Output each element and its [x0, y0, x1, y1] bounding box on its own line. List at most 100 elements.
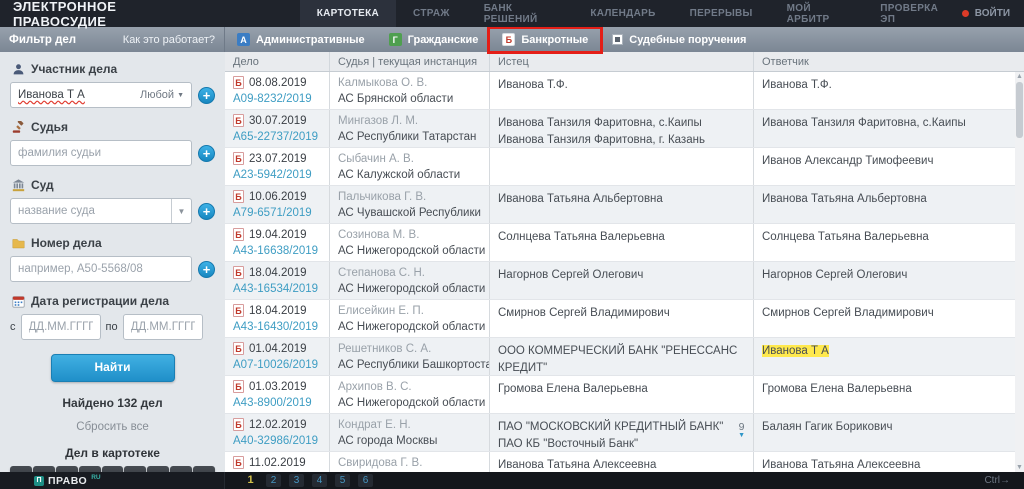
participant-input[interactable]: Иванова Т А Любой ▼: [10, 82, 192, 108]
bankruptcy-case-icon: Б: [233, 456, 244, 469]
bankruptcy-case-icon: Б: [233, 76, 244, 89]
participant-value: Иванова Т А: [18, 89, 85, 101]
tab-civil[interactable]: Г Гражданские: [377, 27, 491, 52]
search-button[interactable]: Найти: [51, 354, 175, 382]
court-name: АС Нижегородской области: [338, 321, 483, 333]
how-it-works-link[interactable]: Как это работает?: [123, 34, 215, 46]
add-judge-button[interactable]: +: [198, 145, 215, 162]
case-number-link[interactable]: А23-5942/2019: [233, 169, 312, 181]
date-to-input[interactable]: [123, 314, 203, 340]
nav-bank-resheniy[interactable]: БАНК РЕШЕНИЙ: [467, 0, 574, 27]
case-number-section-label: Номер дела: [12, 236, 215, 250]
top-navigation: КАРТОТЕКА СТРАЖ БАНК РЕШЕНИЙ КАЛЕНДАРЬ П…: [300, 0, 962, 27]
table-body: Б 08.08.2019 А09-8232/2019 Калмыкова О. В.…: [225, 72, 1015, 472]
plaintiff: Иванова Татьяна Альбертовна: [498, 191, 747, 208]
nav-kalendar[interactable]: КАЛЕНДАРЬ: [573, 0, 672, 27]
table-row[interactable]: Б01.03.2019А43-8900/2019 Архипов В. С.АС…: [225, 376, 1015, 414]
table-row[interactable]: Б30.07.2019А65-22737/2019 Мингазов Л. М.…: [225, 110, 1015, 148]
case-date: 12.02.2019: [249, 419, 307, 431]
case-date: 18.04.2019: [249, 305, 307, 317]
table-row[interactable]: Б18.04.2019А43-16430/2019 Елисейкин Е. П…: [225, 300, 1015, 338]
case-date: 08.08.2019: [249, 77, 307, 89]
table-row[interactable]: Б18.04.2019А43-16534/2019 Степанова С. Н…: [225, 262, 1015, 300]
court-name: АС Республики Татарстан: [338, 131, 483, 143]
case-number-link[interactable]: А07-10026/2019: [233, 359, 318, 371]
person-icon: [12, 63, 25, 76]
scroll-down-arrow-icon[interactable]: ▼: [1015, 463, 1024, 472]
table-row[interactable]: Б10.06.2019А79-6571/2019 Пальчикова Г. В…: [225, 186, 1015, 224]
court-name: АС Чувашской Республики: [338, 207, 483, 219]
nav-strazh[interactable]: СТРАЖ: [396, 0, 467, 27]
plaintiff: Иванова Татьяна Алексеевна: [498, 457, 747, 472]
tab-court-orders[interactable]: Судебные поручения: [600, 27, 758, 52]
nav-pereryvy[interactable]: ПЕРЕРЫВЫ: [673, 0, 770, 27]
court-name: АС Нижегородской области: [338, 245, 483, 257]
courthouse-icon: [12, 179, 25, 192]
defendant: Иванова Танзиля Фаритовна, с.Каипы: [762, 115, 1009, 132]
page-6[interactable]: 6: [358, 474, 373, 487]
login-button[interactable]: ВОЙТИ: [962, 0, 1024, 27]
scroll-up-arrow-icon[interactable]: ▲: [1015, 72, 1024, 81]
reset-all-link[interactable]: Сбросить все: [10, 421, 215, 433]
case-number-link[interactable]: А65-22737/2019: [233, 131, 318, 143]
page-1[interactable]: 1: [243, 474, 258, 487]
judge-name: Калмыкова О. В.: [338, 77, 483, 89]
defendant: Иванова Татьяна Альбертовна: [762, 191, 1009, 208]
checkbox-icon[interactable]: [612, 34, 623, 45]
more-parties-badge[interactable]: 9 ▼: [738, 421, 745, 439]
table-row[interactable]: Б11.02.2019А45-4130/2019 Свиридова Г. В.…: [225, 452, 1015, 472]
case-number-link[interactable]: А79-6571/2019: [233, 207, 312, 219]
bankruptcy-case-icon: Б: [233, 228, 244, 241]
tab-administrative[interactable]: А Административные: [225, 27, 377, 52]
page-2[interactable]: 2: [266, 474, 281, 487]
nav-proverka-ep[interactable]: ПРОВЕРКА ЭП: [863, 0, 961, 27]
bankruptcy-case-icon: Б: [233, 304, 244, 317]
case-date: 23.07.2019: [249, 153, 307, 165]
table-row[interactable]: Б12.02.2019А40-32986/2019 Кондрат Е. Н.А…: [225, 414, 1015, 452]
judge-input[interactable]: [10, 140, 192, 166]
case-number-link[interactable]: А43-16638/2019: [233, 245, 318, 257]
top-bar: ЭЛЕКТРОННОЕ ПРАВОСУДИЕ КАРТОТЕКА СТРАЖ Б…: [0, 0, 1024, 27]
table-row[interactable]: Б 08.08.2019 А09-8232/2019 Калмыкова О. В.…: [225, 72, 1015, 110]
judge-name: Решетников С. А.: [338, 343, 483, 355]
filter-title: Фильтр дел: [9, 34, 76, 46]
results-count: Найдено 132 дел: [10, 396, 215, 410]
chevron-down-icon[interactable]: ▼: [171, 199, 191, 223]
court-select[interactable]: название суда ▼: [10, 198, 192, 224]
nav-kartoteka[interactable]: КАРТОТЕКА: [300, 0, 396, 27]
scrollbar-thumb[interactable]: [1016, 82, 1023, 138]
case-number-input[interactable]: [10, 256, 192, 282]
page-5[interactable]: 5: [335, 474, 350, 487]
case-date: 11.02.2019: [249, 457, 306, 469]
nav-moy-arbitr[interactable]: МОЙ АРБИТР: [770, 0, 864, 27]
bankruptcy-case-icon: Б: [233, 114, 244, 127]
page-3[interactable]: 3: [289, 474, 304, 487]
case-number-link[interactable]: А43-16430/2019: [233, 321, 318, 333]
court-name: АС Калужской области: [338, 169, 483, 181]
pravo-logo[interactable]: П ПРАВО RU: [0, 472, 225, 489]
page-4[interactable]: 4: [312, 474, 327, 487]
judge-name: Мингазов Л. М.: [338, 115, 483, 127]
add-court-button[interactable]: +: [198, 203, 215, 220]
participant-role-dropdown[interactable]: Любой ▼: [140, 89, 184, 101]
table-header: Дело Судья | текущая инстанция Истец Отв…: [225, 52, 1024, 72]
case-number-link[interactable]: А09-8232/2019: [233, 93, 312, 105]
add-participant-button[interactable]: +: [198, 87, 215, 104]
plaintiff: Солнцева Татьяна Валерьевна: [498, 229, 747, 246]
case-date: 19.04.2019: [249, 229, 307, 241]
judge-name: Степанова С. Н.: [338, 267, 483, 279]
table-row[interactable]: Б01.04.2019А07-10026/2019 Решетников С. …: [225, 338, 1015, 376]
case-number-link[interactable]: А40-32986/2019: [233, 435, 318, 447]
vertical-scrollbar[interactable]: ▲ ▼: [1015, 72, 1024, 472]
table-row[interactable]: Б19.04.2019А43-16638/2019 Созинова М. В.…: [225, 224, 1015, 262]
plaintiff: Иванова Танзиля Фаритовна, с.Каипы Ивано…: [498, 115, 747, 147]
tab-bankruptcy[interactable]: Б Банкротные: [490, 27, 600, 52]
date-from-input[interactable]: [21, 314, 101, 340]
bankruptcy-case-icon: Б: [233, 266, 244, 279]
case-number-link[interactable]: А43-8900/2019: [233, 397, 312, 409]
court-placeholder: название суда: [18, 205, 95, 217]
table-row[interactable]: Б23.07.2019А23-5942/2019 Сыбачин А. В.АС…: [225, 148, 1015, 186]
case-number-link[interactable]: А43-16534/2019: [233, 283, 318, 295]
folder-icon: [12, 237, 25, 250]
add-case-number-button[interactable]: +: [198, 261, 215, 278]
